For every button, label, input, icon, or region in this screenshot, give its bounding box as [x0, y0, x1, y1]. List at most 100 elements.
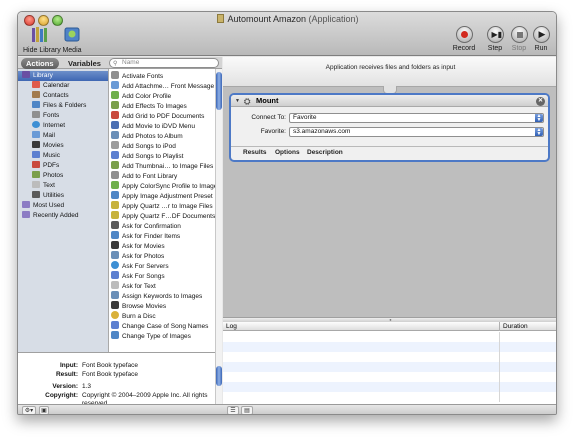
action-item[interactable]: Add Photos to Album — [111, 131, 183, 141]
action-item[interactable]: Apply ColorSync Profile to Images — [111, 181, 221, 191]
library-item-photos[interactable]: Photos — [32, 171, 63, 181]
search-field[interactable]: ⚲ Name — [109, 58, 219, 68]
scrollbar-thumb[interactable] — [216, 72, 222, 110]
itunes-icon — [111, 321, 119, 329]
toggle-description-button[interactable]: ▣ — [39, 406, 49, 414]
smart-folder-icon — [22, 211, 30, 218]
preview-icon — [111, 191, 119, 199]
library-item-most-used[interactable]: Most Used — [22, 201, 64, 211]
connect-to-popup[interactable]: Favorite ▲ ▼ — [289, 113, 544, 123]
action-item[interactable]: Add Attachme… Front Message — [111, 81, 214, 91]
media-button[interactable]: Media — [61, 26, 83, 54]
action-item-label: Ask For Servers — [122, 263, 169, 270]
action-item[interactable]: Add Effects To Images — [111, 101, 187, 111]
action-item[interactable]: Add Songs to iPod — [111, 141, 176, 151]
title-bar: Automount Amazon (Application) Hide Libr… — [18, 12, 556, 56]
action-item[interactable]: Apply Quartz …r to Image Files — [111, 201, 213, 211]
itunes-icon — [111, 151, 119, 159]
log-view-button[interactable]: ☰ — [227, 406, 239, 414]
actions-scrollbar[interactable] — [215, 69, 222, 352]
action-item[interactable]: Ask for Movies — [111, 241, 165, 251]
library-item-calendar[interactable]: Calendar — [32, 81, 69, 91]
log-row — [223, 392, 556, 402]
library-item-fonts[interactable]: Fonts — [32, 111, 59, 121]
action-item[interactable]: Add Songs to Playlist — [111, 151, 183, 161]
library-item-files-folders[interactable]: Files & Folders — [32, 101, 86, 111]
action-item[interactable]: Activate Fonts — [111, 71, 163, 81]
action-item[interactable]: Apply Image Adjustment Preset — [111, 191, 213, 201]
mail-icon — [111, 81, 119, 89]
library-item-contacts[interactable]: Contacts — [32, 91, 69, 101]
action-item[interactable]: Apply Quartz F…DF Documents — [111, 211, 215, 221]
action-item-label: Add Movie to iDVD Menu — [122, 123, 195, 130]
action-item-label: Change Type of Images — [122, 333, 191, 340]
record-button[interactable]: Record — [452, 26, 476, 52]
hide-library-button[interactable]: Hide Library — [23, 26, 61, 54]
action-item[interactable]: Ask For Servers — [111, 261, 169, 271]
action-item[interactable]: Add Movie to iDVD Menu — [111, 121, 195, 131]
library-item-music[interactable]: Music — [32, 151, 60, 161]
document-icon — [217, 14, 225, 23]
tab-description[interactable]: Description — [307, 149, 343, 156]
finder-icon — [32, 101, 40, 108]
action-item[interactable]: Browse Movies — [111, 301, 166, 311]
duration-column-header[interactable]: Duration — [499, 322, 556, 331]
description-scrollbar[interactable] — [215, 352, 222, 404]
action-item[interactable]: Change Type of Images — [111, 331, 191, 341]
log-column-header[interactable]: Log — [226, 322, 237, 331]
tab-actions[interactable]: Actions — [21, 58, 59, 69]
stop-button[interactable]: Stop — [509, 26, 529, 52]
actions-list: Activate Fonts Add Attachme… Front Messa… — [109, 69, 222, 352]
tab-options[interactable]: Options — [275, 149, 300, 156]
column-divider — [499, 332, 500, 342]
utilities-icon — [111, 221, 119, 229]
library-item-mail[interactable]: Mail — [32, 131, 55, 141]
action-item[interactable]: Ask for Text — [111, 281, 156, 291]
run-button[interactable]: ▶ Run — [531, 26, 551, 52]
library-item-movies[interactable]: Movies — [32, 141, 64, 151]
action-item[interactable]: Add to Font Library — [111, 171, 177, 181]
mount-action[interactable]: ▼ ⛭ Mount ✕ Connect To: Favorite ▲ ▼ Favo… — [229, 93, 550, 162]
music-icon — [32, 151, 40, 158]
workflow-header: Application receives files and folders a… — [223, 57, 556, 87]
action-item[interactable]: Ask for Finder Items — [111, 231, 180, 241]
tab-results[interactable]: Results — [243, 149, 266, 156]
action-item[interactable]: Add Grid to PDF Documents — [111, 111, 204, 121]
stop-label: Stop — [511, 45, 527, 52]
library-item-text[interactable]: Text — [32, 181, 55, 191]
photos-icon — [111, 101, 119, 109]
action-item[interactable]: Ask for Photos — [111, 251, 164, 261]
library-item-recently-added[interactable]: Recently Added — [22, 211, 79, 221]
library-item-label: Recently Added — [33, 212, 79, 219]
favorite-popup[interactable]: s3.amazonaws.com ▲ ▼ — [289, 127, 544, 137]
action-item[interactable]: Add Thumbnai… to Image Files — [111, 161, 213, 171]
action-item[interactable]: Assign Keywords to Images — [111, 291, 202, 301]
library-item-pdfs[interactable]: PDFs — [32, 161, 59, 171]
utilities-icon — [32, 191, 40, 198]
scrollbar-thumb[interactable] — [216, 366, 222, 386]
action-item[interactable]: Ask For Songs — [111, 271, 165, 281]
action-item[interactable]: Burn a Disc — [111, 311, 156, 321]
search-placeholder: Name — [122, 59, 140, 66]
library-item-internet[interactable]: Internet — [32, 121, 65, 131]
column-divider — [499, 382, 500, 392]
action-item-label: Burn a Disc — [122, 313, 156, 320]
bottom-bar: ⚙▾ ▣ ☰ ▤ — [18, 404, 556, 414]
input-label: Input: — [59, 362, 78, 369]
library-item-label: Files & Folders — [43, 102, 87, 109]
column-divider — [499, 352, 500, 362]
globe-icon — [32, 121, 40, 128]
disclosure-triangle-icon[interactable]: ▼ — [235, 95, 240, 107]
action-item[interactable]: Ask for Confirmation — [111, 221, 181, 231]
action-item[interactable]: Add Color Profile — [111, 91, 171, 101]
action-item[interactable]: Change Case of Song Names — [111, 321, 208, 331]
library-tab-bar: Actions Variables ⚲ Name — [18, 57, 222, 69]
library-item-library[interactable]: Library — [18, 71, 108, 81]
step-button[interactable]: ▶▮ Step — [485, 26, 505, 52]
close-action-icon[interactable]: ✕ — [536, 97, 545, 106]
log-row — [223, 352, 556, 362]
workflow-view-button[interactable]: ▤ — [241, 406, 253, 414]
tab-variables[interactable]: Variables — [63, 58, 106, 69]
library-item-utilities[interactable]: Utilities — [32, 191, 64, 201]
action-menu-button[interactable]: ⚙▾ — [22, 406, 36, 414]
